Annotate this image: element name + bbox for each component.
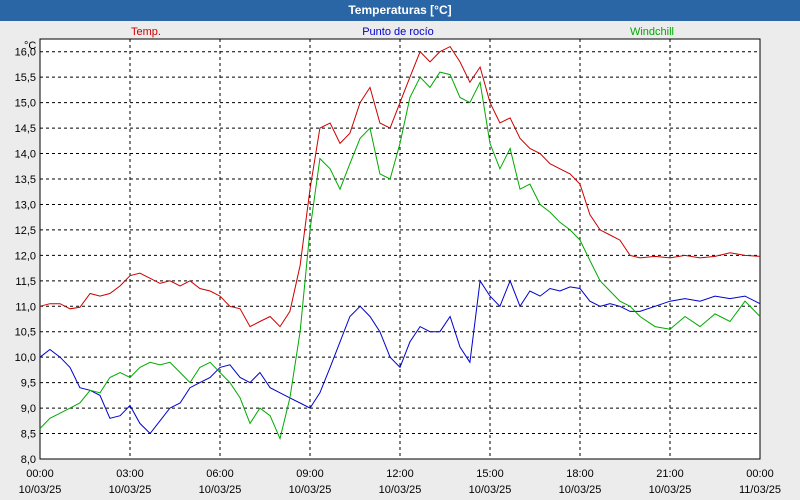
x-tick-date: 10/03/25 [289,484,332,496]
y-tick-label: 9,0 [21,403,36,415]
x-tick-time: 06:00 [206,468,234,480]
legend-entry: Punto de rocío [362,26,434,38]
y-tick-label: 14,5 [15,123,36,135]
x-tick-time: 03:00 [116,468,144,480]
chart-title: Temperaturas [°C] [0,0,800,21]
x-tick-date: 11/03/25 [739,484,781,496]
y-axis-label: °C [24,40,36,52]
x-tick-date: 10/03/25 [199,484,242,496]
x-tick-time: 15:00 [476,468,504,480]
x-tick-time: 00:00 [26,468,54,480]
x-axis: 00:00 10/03/25 03:00 10/03/25 06:00 10/03/25 0… [19,468,781,496]
y-tick-label: 8,0 [21,454,36,466]
x-tick-date: 10/03/25 [19,484,62,496]
legend: Temp. Punto de rocío Windchill [131,26,674,38]
y-tick-label: 15,0 [15,98,36,110]
y-tick-label: 9,5 [21,378,36,390]
x-tick-time: 18:00 [566,468,594,480]
y-tick-label: 14,0 [15,149,36,161]
y-tick-label: 11,0 [15,301,36,313]
x-tick-date: 10/03/25 [469,484,512,496]
y-tick-label: 10,0 [15,352,36,364]
y-tick-label: 12,5 [15,225,36,237]
x-tick-date: 10/03/25 [379,484,422,496]
x-tick-time: 21:00 [656,468,684,480]
y-tick-label: 8,5 [21,429,36,441]
y-axis: 8,0 8,5 9,0 9,5 10,0 10,5 11,0 11,5 12,0 12,5 13,0… [15,47,36,466]
x-tick-time: 12:00 [386,468,414,480]
y-tick-label: 12,0 [15,250,36,262]
temperature-chart: 8,0 8,5 9,0 9,5 10,0 10,5 11,0 11,5 12,0 12,5 13,0… [15,26,781,496]
x-tick-date: 10/03/25 [559,484,602,496]
y-tick-label: 11,5 [15,276,36,288]
y-tick-label: 13,5 [15,174,36,186]
x-tick-date: 10/03/25 [109,484,152,496]
x-tick-time: 00:00 [746,468,774,480]
y-tick-label: 13,0 [15,199,36,211]
legend-entry: Windchill [630,26,674,38]
x-tick-time: 09:00 [296,468,324,480]
y-tick-label: 15,5 [15,72,36,84]
x-tick-date: 10/03/25 [649,484,692,496]
y-tick-label: 10,5 [15,327,36,339]
legend-entry: Temp. [131,26,161,38]
